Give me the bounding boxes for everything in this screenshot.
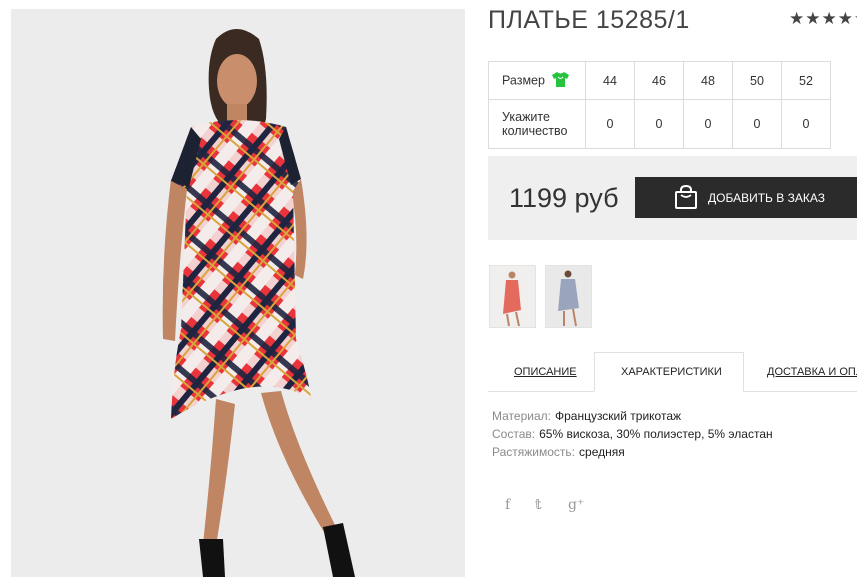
price: 1199 руб [509, 183, 619, 213]
thumbnail-1[interactable] [489, 265, 536, 328]
size-48: 48 [683, 61, 733, 100]
quantity-row: Укажите количество 0 0 0 0 0 [488, 99, 831, 149]
spec-composition: Состав: 65% вискоза, 30% полиэстер, 5% эл… [492, 427, 773, 441]
thumbnail-2[interactable] [545, 265, 592, 328]
shopping-bag-icon [675, 184, 697, 214]
size-52: 52 [781, 61, 831, 100]
spec-key: Состав: [492, 427, 536, 441]
spec-stretch: Растяжимость: средняя [492, 445, 625, 459]
size-label: Размер [502, 72, 545, 87]
facebook-icon[interactable]: f [505, 497, 510, 513]
quantity-input-52[interactable]: 0 [781, 99, 831, 149]
quantity-input-50[interactable]: 0 [732, 99, 782, 149]
twitter-icon[interactable]: 𝕥 [535, 497, 541, 513]
quantity-label: Укажите количество [488, 99, 586, 149]
spec-key: Растяжимость: [492, 445, 576, 459]
size-46: 46 [634, 61, 684, 100]
size-row: Размер 44 46 48 50 52 [488, 61, 831, 100]
price-panel: 1199 руб ДОБАВИТЬ В ЗАКАЗ [488, 156, 857, 240]
size-50: 50 [732, 61, 782, 100]
size-label-cell: Размер [488, 61, 586, 100]
shirt-icon [552, 71, 570, 90]
quantity-input-46[interactable]: 0 [634, 99, 684, 149]
tab-characteristics-label[interactable]: ХАРАКТЕРИСТИКИ [621, 366, 722, 378]
spec-material: Материал: Французский трикотаж [492, 409, 681, 423]
product-main-photo[interactable] [11, 9, 465, 577]
rating-stars[interactable]: ★★★★★ [789, 9, 857, 29]
add-to-order-label: ДОБАВИТЬ В ЗАКАЗ [708, 191, 825, 205]
size-44: 44 [585, 61, 635, 100]
spec-value: 65% вискоза, 30% полиэстер, 5% эластан [539, 427, 773, 441]
spec-value: Французский трикотаж [554, 409, 682, 423]
product-title: ПЛАТЬЕ 15285/1 [488, 6, 690, 34]
spec-value: средняя [579, 445, 625, 459]
quantity-input-48[interactable]: 0 [683, 99, 733, 149]
google-plus-icon[interactable]: g⁺ [568, 497, 584, 513]
size-table: Размер 44 46 48 50 52 Укажите количество… [488, 61, 831, 149]
spec-key: Материал: [492, 409, 551, 423]
quantity-input-44[interactable]: 0 [585, 99, 635, 149]
add-to-order-button[interactable]: ДОБАВИТЬ В ЗАКАЗ [635, 177, 857, 218]
tab-description[interactable]: ОПИСАНИЕ [514, 366, 577, 378]
tab-delivery[interactable]: ДОСТАВКА И ОПЛАТА [767, 366, 857, 378]
